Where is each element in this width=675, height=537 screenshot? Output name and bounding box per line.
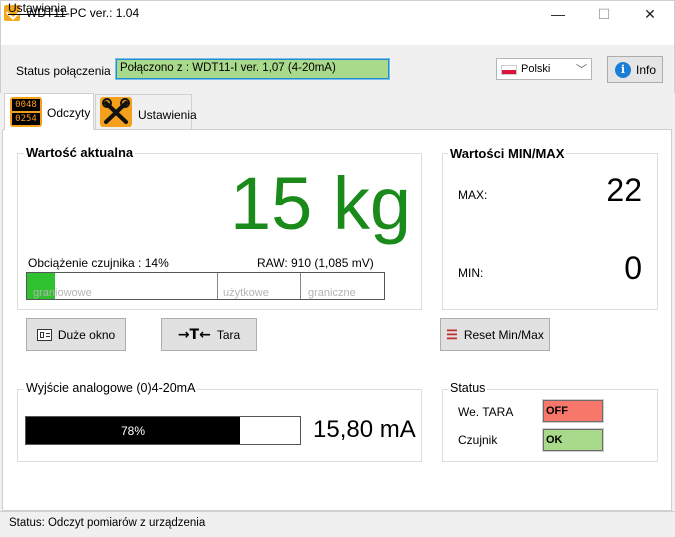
big-window-button[interactable]: Duże okno bbox=[26, 318, 126, 351]
language-selected: Polski bbox=[521, 63, 551, 75]
readings-icon-display-1: 0048 bbox=[12, 99, 40, 111]
tare-button[interactable]: →T← Tara bbox=[161, 318, 257, 351]
window-icon bbox=[36, 328, 52, 341]
analog-output-title: Wyjście analogowe (0)4-20mA bbox=[24, 381, 198, 395]
chevron-down-icon: ﹀ bbox=[576, 64, 587, 76]
readings-icon: 0048 0254 bbox=[10, 97, 42, 127]
info-icon: i bbox=[615, 62, 631, 78]
reset-minmax-label: Reset Min/Max bbox=[463, 327, 544, 342]
load-bar: graniowowe użytkowe graniczne bbox=[26, 272, 385, 300]
readings-icon-display-2: 0254 bbox=[12, 113, 40, 125]
tab-readings[interactable]: 0048 0254 Odczyty bbox=[4, 93, 94, 130]
reset-list-icon: ☰ bbox=[446, 326, 458, 342]
load-percent-label: Obciążenie czujnika : 14% bbox=[28, 256, 169, 270]
tab-readings-label: Odczyty bbox=[47, 106, 91, 120]
tab-settings[interactable]: Ustawienia bbox=[95, 94, 197, 129]
tare-icon: →T← bbox=[177, 326, 211, 343]
status-title: Status bbox=[448, 381, 488, 395]
zone-label-low: graniowowe bbox=[33, 287, 92, 299]
language-select[interactable]: Polski ﹀ bbox=[496, 58, 592, 80]
tare-input-indicator: OFF bbox=[542, 399, 604, 423]
reset-minmax-button[interactable]: ☰ Reset Min/Max bbox=[440, 318, 550, 351]
minmax-title: Wartości MIN/MAX bbox=[448, 146, 567, 161]
analog-output-value: 15,80 mA bbox=[313, 416, 416, 443]
min-value: 0 bbox=[624, 250, 642, 286]
info-button[interactable]: i Info bbox=[607, 56, 663, 83]
big-window-label: Duże okno bbox=[57, 327, 116, 342]
info-button-label: Info bbox=[636, 63, 657, 77]
connection-status-field[interactable]: Połączono z : WDT11-I ver. 1,07 (4-20mA) bbox=[115, 58, 390, 80]
current-weight-value: 15 kg bbox=[230, 162, 412, 245]
status-bar-text: Status: Odczyt pomiarów z urządzenia bbox=[9, 517, 206, 529]
tools-icon bbox=[100, 97, 132, 127]
menu-bar bbox=[0, 28, 675, 45]
analog-output-percent: 78% bbox=[120, 424, 146, 438]
minimize-button[interactable]: — bbox=[535, 0, 581, 28]
connection-label: Status połączenia bbox=[16, 64, 111, 78]
close-button[interactable]: ✕ bbox=[627, 0, 673, 28]
analog-output-bar: 78% bbox=[25, 416, 301, 445]
menu-settings[interactable]: Ustawienia bbox=[8, 1, 67, 15]
poland-flag-icon bbox=[501, 65, 517, 75]
min-label: MIN: bbox=[458, 266, 484, 280]
tare-input-label: We. TARA bbox=[458, 405, 514, 419]
current-value-title: Wartość aktualna bbox=[24, 145, 136, 160]
sensor-label: Czujnik bbox=[458, 433, 498, 447]
zone-label-usable: użytkowe bbox=[223, 287, 269, 299]
maximize-button[interactable]: ☐ bbox=[581, 0, 627, 28]
max-label: MAX: bbox=[458, 188, 488, 202]
zone-divider bbox=[300, 273, 301, 299]
tare-button-label: Tara bbox=[216, 327, 241, 342]
zone-divider bbox=[217, 273, 218, 299]
raw-value-label: RAW: 910 (1,085 mV) bbox=[257, 256, 374, 270]
zone-label-limit: graniczne bbox=[308, 287, 356, 299]
sensor-indicator: OK bbox=[542, 428, 604, 452]
tab-settings-label: Ustawienia bbox=[138, 108, 197, 122]
max-value: 22 bbox=[606, 172, 642, 208]
